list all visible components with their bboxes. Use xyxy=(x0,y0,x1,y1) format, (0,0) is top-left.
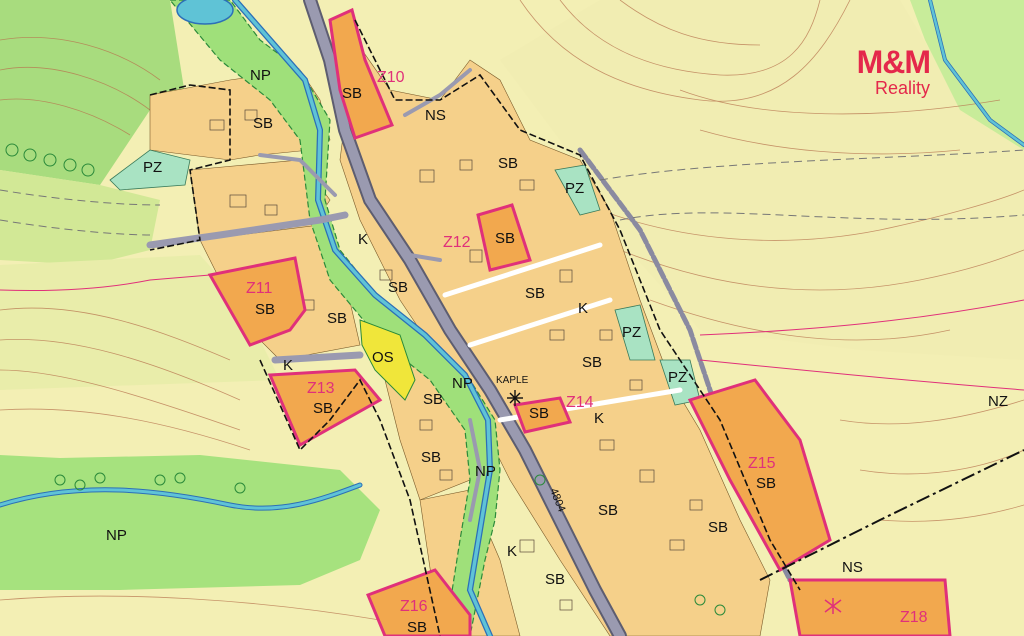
pond xyxy=(176,0,234,25)
label-nz: NZ xyxy=(988,393,1008,410)
zone-z13-code: Z13 xyxy=(307,380,335,397)
zone-z18-area xyxy=(788,578,952,636)
zone-z16-use: SB xyxy=(407,619,427,636)
label-sb-2: SB xyxy=(253,115,273,132)
label-sb-12: SB xyxy=(708,519,728,536)
label-kaple: KAPLE xyxy=(496,375,529,386)
label-k-4: K xyxy=(594,410,604,427)
label-k-5: K xyxy=(507,543,517,560)
label-sb-1: SB xyxy=(342,85,362,102)
label-k-3: K xyxy=(283,357,293,374)
label-sb-14: SB xyxy=(545,571,565,588)
label-np-1: NP xyxy=(250,67,271,84)
label-sb-9: SB xyxy=(423,391,443,408)
label-os: OS xyxy=(372,349,394,366)
label-sb-8: SB xyxy=(582,354,602,371)
label-k-1: K xyxy=(358,231,368,248)
label-pz-4: PZ xyxy=(668,369,687,386)
label-np-2: NP xyxy=(452,375,473,392)
zone-z18-code: Z18 xyxy=(900,609,928,626)
label-ns-1: NS xyxy=(425,107,446,124)
zone-z14-code: Z14 xyxy=(566,394,594,411)
label-sb-5: SB xyxy=(388,279,408,296)
brand-logo: M&M Reality xyxy=(856,44,931,98)
zone-z15-code: Z15 xyxy=(748,455,776,472)
label-sb-7: SB xyxy=(327,310,347,327)
label-pz-1: PZ xyxy=(143,159,162,176)
label-k-2: K xyxy=(578,300,588,317)
zone-z14-use: SB xyxy=(529,405,549,422)
zone-z16-code: Z16 xyxy=(400,598,428,615)
zone-z12-use: SB xyxy=(495,230,515,247)
label-pz-2: PZ xyxy=(565,180,584,197)
zone-z10-code: Z10 xyxy=(377,69,405,86)
label-sb-10: SB xyxy=(421,449,441,466)
brand-name: M&M xyxy=(856,44,931,80)
zone-z11-code: Z11 xyxy=(246,280,272,297)
label-sb-6: SB xyxy=(525,285,545,302)
label-np-3: NP xyxy=(475,463,496,480)
label-np-4: NP xyxy=(106,527,127,544)
brand-subtitle: Reality xyxy=(874,78,930,98)
zone-z13-use: SB xyxy=(313,400,333,417)
label-sb-11: SB xyxy=(598,502,618,519)
label-ns-2: NS xyxy=(842,559,863,576)
zone-z15-use: SB xyxy=(756,475,776,492)
label-pz-3: PZ xyxy=(622,324,641,341)
zone-z12-code: Z12 xyxy=(443,234,471,251)
label-sb-3: SB xyxy=(498,155,518,172)
zone-z11-use: SB xyxy=(255,301,275,318)
